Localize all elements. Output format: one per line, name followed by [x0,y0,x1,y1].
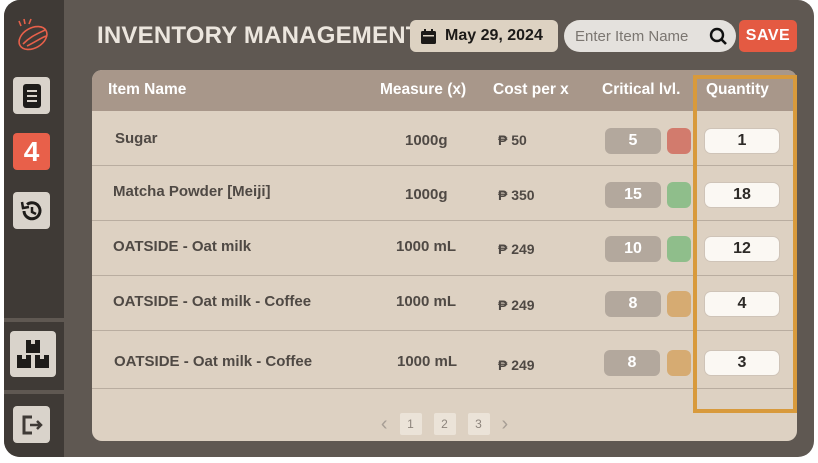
item-cost: ₱ 249 [498,357,535,373]
search-box [564,20,736,52]
item-name: Sugar [115,130,158,147]
status-indicator [667,128,691,154]
critical-level: 5 [605,128,661,154]
table-row: Sugar 1000g ₱ 50 5 1 [92,111,797,166]
app-window: 4 INVENTORY MANAGEMENT May 29, 2024 Ente… [4,0,814,457]
orders-button[interactable] [13,77,50,114]
item-cost: ₱ 350 [498,187,535,203]
inventory-badge: 4 [23,135,40,167]
page-button-2[interactable]: 2 [433,413,456,435]
item-measure: 1000g [405,186,448,203]
stock-button[interactable] [10,331,56,377]
status-indicator [667,350,691,376]
quantity-field[interactable]: 18 [704,182,780,208]
status-indicator [667,182,691,208]
date-value: May 29, 2024 [445,27,543,44]
item-cost: ₱ 249 [498,297,535,313]
quantity-field[interactable]: 1 [704,128,780,154]
critical-level: 8 [605,291,661,317]
prev-page-button[interactable]: ‹ [381,414,388,434]
table-row: OATSIDE - Oat milk - Coffee 1000 mL ₱ 24… [92,331,797,389]
table-row: OATSIDE - Oat milk - Coffee 1000 mL ₱ 24… [92,276,797,331]
page-button-3[interactable]: 3 [467,413,490,435]
date-picker[interactable]: May 29, 2024 [410,20,558,52]
column-header-quantity: Quantity [706,81,769,98]
sidebar-divider [4,318,64,322]
search-input[interactable] [575,27,703,45]
item-cost: ₱ 50 [498,132,527,148]
column-header-cost: Cost per x [493,81,569,98]
table-header: Item Name Measure (x) Cost per x Critica… [92,70,797,111]
sidebar: 4 [4,0,64,457]
column-header-critical: Critical lvl. [602,81,681,98]
boxes-icon [17,340,49,368]
item-measure: 1000g [405,132,448,149]
item-measure: 1000 mL [396,238,457,255]
critical-level: 15 [605,182,661,208]
item-name: OATSIDE - Oat milk - Coffee [114,353,313,370]
table-row: Matcha Powder [Meiji] 1000g ₱ 350 15 18 [92,166,797,221]
quantity-field[interactable]: 12 [704,236,780,262]
status-indicator [667,236,691,262]
quantity-field[interactable]: 4 [704,291,780,317]
history-icon [20,200,41,220]
table-body: Sugar 1000g ₱ 50 5 1 Matcha Powder [Meij… [92,111,797,405]
item-measure: 1000 mL [397,353,458,370]
item-name: Matcha Powder [Meiji] [113,183,271,200]
status-indicator [667,291,691,317]
page-title: INVENTORY MANAGEMENT [97,22,421,49]
item-name: OATSIDE - Oat milk - Coffee [113,293,312,310]
next-page-button[interactable]: › [502,414,509,434]
critical-level: 8 [604,350,660,376]
sidebar-divider [4,390,64,394]
inventory-button[interactable]: 4 [13,133,50,170]
item-measure: 1000 mL [396,293,457,310]
receipt-icon [22,83,41,108]
history-button[interactable] [13,192,50,229]
inventory-table: Item Name Measure (x) Cost per x Critica… [92,70,797,441]
pagination: ‹ 1 2 3 › [92,407,797,441]
logo-icon [18,18,48,51]
critical-level: 10 [605,236,661,262]
column-header-item-name: Item Name [108,81,187,98]
table-row: OATSIDE - Oat milk 1000 mL ₱ 249 10 12 [92,221,797,276]
quantity-field[interactable]: 3 [704,350,780,376]
search-icon[interactable] [709,27,728,46]
logout-icon [22,415,43,434]
column-header-measure: Measure (x) [380,81,467,98]
item-cost: ₱ 249 [498,241,535,257]
item-name: OATSIDE - Oat milk [113,238,252,255]
logout-button[interactable] [13,406,50,443]
page-button-1[interactable]: 1 [399,413,422,435]
calendar-icon [421,28,436,44]
save-button[interactable]: SAVE [739,20,797,52]
